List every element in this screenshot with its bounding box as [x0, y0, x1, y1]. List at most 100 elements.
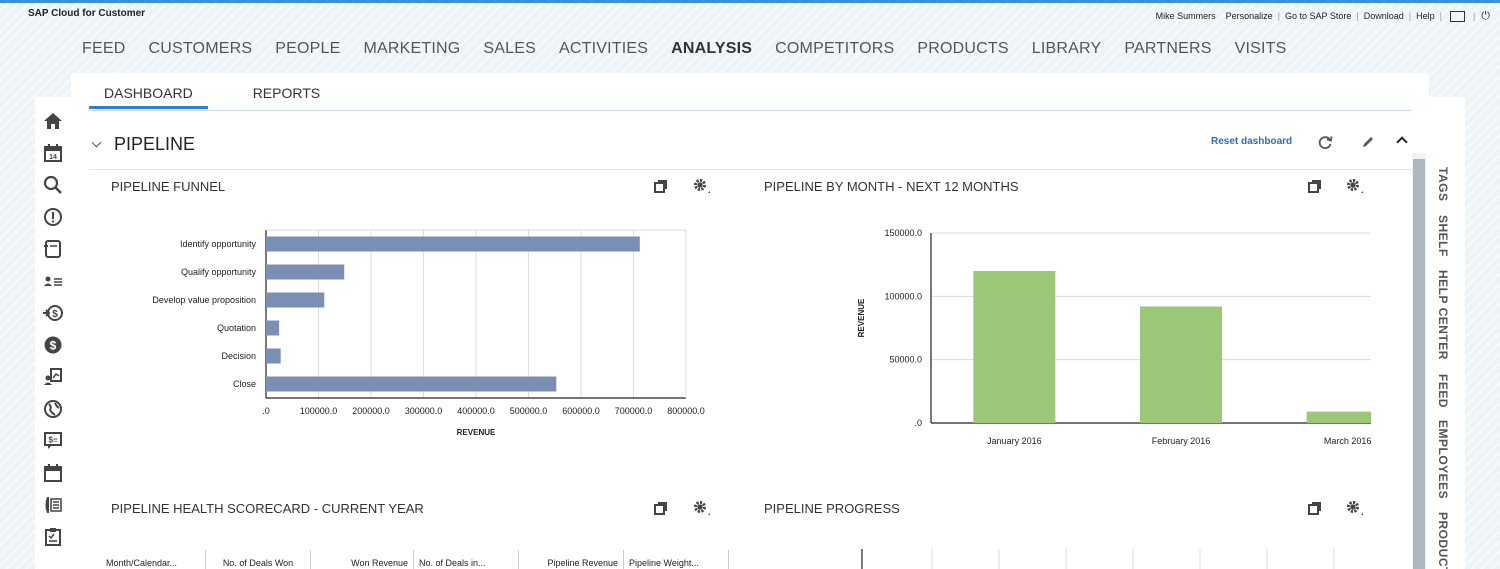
side-tab-tags[interactable]: TAGS	[1436, 167, 1450, 201]
nav-sales[interactable]: SALES	[483, 40, 536, 58]
checklist-icon[interactable]	[43, 527, 63, 547]
money-icon[interactable]: $	[43, 335, 63, 355]
nav-library[interactable]: LIBRARY	[1032, 40, 1102, 58]
lead-icon[interactable]: $	[43, 303, 63, 323]
nav-feed[interactable]: FEED	[82, 40, 125, 58]
download-link[interactable]: Download	[1359, 11, 1409, 21]
side-tab-help-center[interactable]: HELP CENTER	[1436, 270, 1450, 360]
column-header[interactable]: Pipeline Weight...	[624, 550, 729, 569]
category-label: Develop value proposition	[152, 295, 256, 305]
pipeline-funnel-chart: Identify opportunity Qualify opportunity D…	[152, 229, 705, 437]
funnel-bar[interactable]	[266, 292, 325, 308]
column-header[interactable]: Month/Calendar...	[101, 550, 206, 569]
by-month-card-title: PIPELINE BY MONTH - NEXT 12 MONTHS	[764, 179, 1019, 194]
left-sidebar: 14 $ $ $≡	[35, 97, 71, 569]
month-bar[interactable]	[973, 271, 1056, 423]
tick-label: 700000.0	[615, 406, 653, 416]
tick-label: 400000.0	[457, 406, 495, 416]
tab-dashboard[interactable]: DASHBOARD	[89, 85, 208, 109]
category-label: Identify opportunity	[180, 239, 257, 249]
funnel-bar[interactable]	[266, 320, 280, 336]
scorecard-card-title: PIPELINE HEALTH SCORECARD - CURRENT YEAR	[111, 501, 424, 516]
funnel-bar[interactable]	[266, 348, 281, 364]
funnel-card-title: PIPELINE FUNNEL	[111, 179, 226, 194]
tick-labels: .0 50000.0 100000.0 150000.0	[884, 228, 922, 428]
svg-text:$: $	[52, 309, 58, 320]
category-label: March 2016	[1324, 436, 1371, 446]
nav-activities[interactable]: ACTIVITIES	[559, 40, 648, 58]
tick-label: .0	[262, 406, 270, 416]
month-bar[interactable]	[1306, 411, 1371, 423]
side-tab-products[interactable]: PRODUCTS	[1436, 512, 1450, 569]
calendar-icon[interactable]	[43, 463, 63, 483]
power-icon[interactable]: ⏻	[1481, 10, 1490, 23]
expand-icon[interactable]	[1308, 179, 1322, 193]
nav-partners[interactable]: PARTNERS	[1124, 40, 1211, 58]
expand-icon[interactable]	[1308, 501, 1322, 515]
separator: |	[1472, 11, 1476, 21]
nav-analysis[interactable]: ANALYSIS	[671, 40, 752, 58]
nav-visits[interactable]: VISITS	[1235, 40, 1287, 58]
category-label: January 2016	[987, 436, 1042, 446]
svg-text:14: 14	[49, 154, 57, 161]
column-header[interactable]: No. of Deals in...	[414, 550, 519, 569]
side-tab-employees[interactable]: EMPLOYEES	[1436, 420, 1450, 499]
tick-label: 100000.0	[884, 291, 922, 301]
chevron-down-icon[interactable]	[91, 137, 102, 148]
nav-marketing[interactable]: MARKETING	[363, 40, 460, 58]
search-icon[interactable]	[43, 175, 63, 195]
gear-icon[interactable]	[1346, 500, 1364, 516]
column-header[interactable]: No. of Deals Won	[206, 550, 311, 569]
side-tab-feed[interactable]: FEED	[1436, 374, 1450, 408]
notebook-icon[interactable]	[43, 239, 63, 259]
tick-label: 800000.0	[667, 406, 705, 416]
progress-card-title: PIPELINE PROGRESS	[764, 501, 900, 516]
column-header[interactable]: Won Revenue	[311, 550, 414, 569]
column-header[interactable]: Pipeline Revenue	[519, 550, 624, 569]
contacts-icon[interactable]	[43, 271, 63, 291]
gear-icon[interactable]	[1346, 178, 1364, 194]
alert-icon[interactable]	[43, 207, 63, 227]
chart-bars	[266, 236, 640, 392]
chart-grid	[265, 229, 687, 399]
tick-label: 200000.0	[352, 406, 390, 416]
window-icon[interactable]	[1449, 10, 1465, 22]
app-brand: SAP Cloud for Customer	[28, 8, 146, 19]
user-name-link[interactable]: Mike Summers	[1151, 11, 1221, 21]
funnel-bar[interactable]	[266, 264, 345, 280]
dashboard-panel: DASHBOARD REPORTS PIPELINE Reset dashboa…	[71, 73, 1429, 569]
scrollbar[interactable]	[1412, 153, 1426, 569]
expand-icon[interactable]	[654, 501, 668, 515]
report-icon[interactable]	[43, 367, 63, 387]
refresh-icon[interactable]	[1317, 134, 1333, 150]
scrollbar-thumb[interactable]	[1413, 159, 1425, 569]
month-bar[interactable]	[1140, 306, 1222, 423]
help-link[interactable]: Help	[1411, 11, 1440, 21]
calendar-day-icon[interactable]: 14	[43, 143, 63, 163]
tick-label: 50000.0	[889, 355, 922, 365]
pipeline-progress-chart	[861, 549, 1335, 569]
gear-icon[interactable]	[693, 178, 711, 194]
expand-icon[interactable]	[654, 179, 668, 193]
phone-list-icon[interactable]	[43, 495, 63, 515]
sap-store-link[interactable]: Go to SAP Store	[1280, 11, 1356, 21]
home-icon[interactable]	[43, 111, 63, 131]
nav-competitors[interactable]: COMPETITORS	[775, 40, 894, 58]
funnel-bar[interactable]	[266, 236, 640, 252]
side-tab-shelf[interactable]: SHELF	[1436, 215, 1450, 257]
personalize-link[interactable]: Personalize	[1221, 11, 1278, 21]
funnel-bar[interactable]	[266, 376, 557, 392]
nav-people[interactable]: PEOPLE	[275, 40, 340, 58]
reset-dashboard-link[interactable]: Reset dashboard	[1211, 136, 1292, 147]
chevron-up-icon[interactable]	[1396, 136, 1408, 148]
right-side-tabs: TAGS SHELF HELP CENTER FEED EMPLOYEES PR…	[1429, 97, 1465, 569]
gear-icon[interactable]	[693, 500, 711, 516]
tick-labels: .0 100000.0 200000.0 300000.0 400000.0 500000…	[262, 406, 705, 416]
nav-products[interactable]: PRODUCTS	[917, 40, 1008, 58]
pencil-icon[interactable]	[1361, 135, 1375, 149]
category-label: Quotation	[217, 323, 256, 333]
nav-customers[interactable]: CUSTOMERS	[148, 40, 252, 58]
tab-reports[interactable]: REPORTS	[238, 85, 335, 109]
chat-icon[interactable]: $≡	[43, 431, 63, 451]
globe-icon[interactable]	[43, 399, 63, 419]
